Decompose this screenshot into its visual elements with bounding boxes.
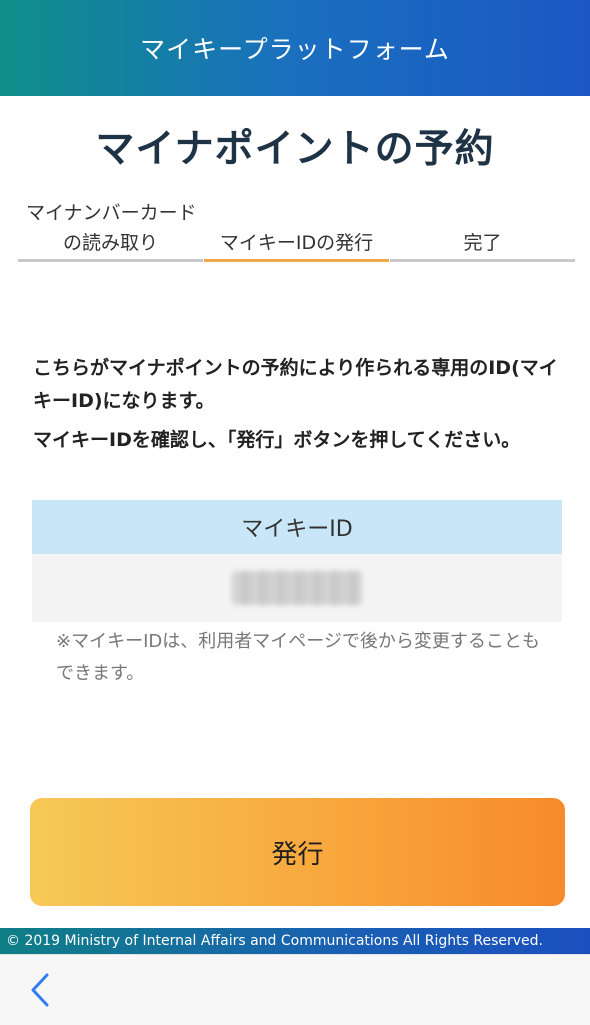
- step-read-card-label-line2: の読み取り: [62, 232, 158, 254]
- browser-toolbar: [0, 954, 590, 1025]
- app-title: マイキープラットフォーム: [140, 35, 450, 64]
- step-read-card-label-line1: マイナンバーカード: [26, 202, 197, 224]
- progress-steps: マイナンバーカード の読み取り マイキーIDの発行 完了: [18, 192, 575, 266]
- instruction-paragraph-2: マイキーIDを確認し、「発行」ボタンを押してください。: [33, 429, 521, 451]
- step-read-card-indicator: [18, 259, 203, 262]
- mykey-id-value-row: [32, 554, 562, 622]
- back-button[interactable]: [20, 969, 60, 1011]
- step-issue-id: マイキーIDの発行: [204, 192, 389, 262]
- step-issue-id-label: マイキーIDの発行: [219, 232, 374, 254]
- chevron-left-icon: [31, 973, 49, 1007]
- change-note: ※マイキーIDは、利用者マイページで後から変更することもできます。: [56, 631, 540, 684]
- mykey-id-table: マイキーID: [32, 500, 562, 622]
- step-complete-label: 完了: [463, 232, 502, 254]
- mykey-id-header: マイキーID: [32, 500, 562, 554]
- instruction-paragraph-1: こちらがマイナポイントの予約により作られる専用のID(マイキーID)になります。: [33, 357, 558, 412]
- step-complete-indicator: [390, 259, 575, 262]
- page-title: マイナポイントの予約: [95, 127, 495, 172]
- mykey-id-value-redacted: [232, 571, 362, 605]
- step-read-card: マイナンバーカード の読み取り: [18, 192, 203, 262]
- step-complete: 完了: [390, 192, 575, 262]
- app-header: マイキープラットフォーム: [0, 0, 590, 96]
- instructions: こちらがマイナポイントの予約により作られる専用のID(マイキーID)になります。…: [33, 352, 563, 463]
- issue-button[interactable]: 発行: [30, 798, 565, 906]
- step-issue-id-indicator-active: [204, 259, 389, 262]
- footer-copyright: © 2019 Ministry of Internal Affairs and …: [0, 928, 590, 954]
